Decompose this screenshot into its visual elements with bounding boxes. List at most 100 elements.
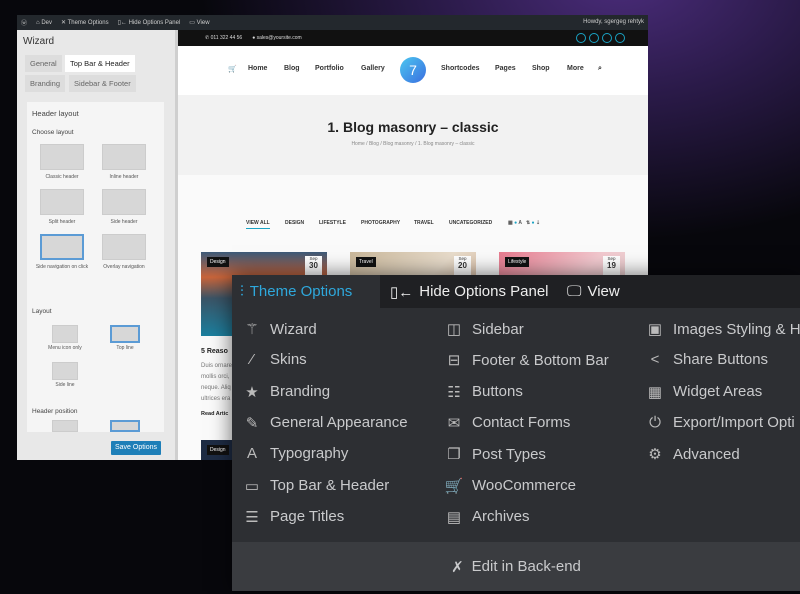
youtube-icon[interactable] (602, 33, 612, 43)
menu-item-label: Skins (270, 351, 307, 369)
menu-item-label: Archives (472, 508, 530, 526)
menu-item-export-import-opti[interactable]: ⏻ Export/Import Opti (645, 414, 795, 431)
position-option[interactable] (52, 420, 78, 432)
nav-shop[interactable]: Shop (532, 65, 550, 72)
layout-split-header[interactable] (40, 189, 84, 215)
position-option-selected[interactable] (110, 420, 140, 432)
menu-item-label: Branding (270, 383, 331, 401)
cart-icon[interactable]: 🛒 (228, 65, 237, 73)
layout-side-navigation[interactable] (40, 234, 84, 260)
sort-icons[interactable]: ▦ ● A ⇅ ● ⇣ (508, 220, 540, 226)
label: Hide Options Panel (128, 20, 181, 26)
admin-site-link[interactable]: ⌂ Dev (36, 20, 52, 26)
menu-item-page-titles[interactable]: ☰ Page Titles (242, 508, 344, 526)
filter-travel[interactable]: TRAVEL (414, 220, 434, 226)
archive-icon: ▤ (446, 508, 462, 526)
menu-item-typography[interactable]: A Typography (242, 445, 348, 462)
layout-classic-header[interactable] (40, 144, 84, 170)
tab-top-bar-header[interactable]: Top Bar & Header (65, 55, 135, 72)
nav-pages[interactable]: Pages (495, 65, 516, 72)
theme-options-tab[interactable]: ⫶ Theme Options (232, 275, 380, 308)
day: 20 (458, 261, 467, 270)
nav-more[interactable]: More (567, 65, 584, 72)
gears-icon: ⚙ (648, 446, 662, 464)
window-icon: ▭ (244, 477, 260, 495)
admin-theme-options[interactable]: ✕ Theme Options (61, 19, 109, 26)
save-options-button[interactable]: Save Options (111, 441, 161, 455)
menu-item-general-appearance[interactable]: ✎ General Appearance (242, 414, 408, 432)
nav-home[interactable]: Home (248, 65, 267, 72)
facebook-icon[interactable] (576, 33, 586, 43)
option-side-line[interactable] (52, 362, 78, 380)
menu-item-footer-bottom-bar[interactable]: ⊟ Footer & Bottom Bar (444, 351, 609, 370)
layout-overlay-navigation[interactable] (102, 234, 146, 260)
layout-label: Inline header (109, 174, 139, 180)
menu-item-contact-forms[interactable]: ✉ Contact Forms (444, 414, 571, 432)
admin-hide-panel[interactable]: ▯← Hide Options Panel (118, 19, 181, 26)
share-icon: < (650, 351, 660, 369)
day: 19 (607, 261, 616, 270)
widgets-icon: ▦ (647, 383, 663, 401)
menu-item-label: WooCommerce (472, 477, 576, 494)
menu-item-buttons[interactable]: ☷ Buttons (444, 383, 523, 401)
twitter-icon[interactable] (589, 33, 599, 43)
layout-label: Overlay navigation (103, 264, 145, 270)
filter-design[interactable]: DESIGN (285, 220, 304, 226)
howdy-user[interactable]: Howdy, sgergeg rehtyk (583, 19, 644, 25)
view-button[interactable]: 🖵 View (567, 275, 620, 308)
menu-item-wizard[interactable]: ⚚ Wizard (242, 320, 317, 339)
menu-item-sidebar[interactable]: ◫ Sidebar (444, 320, 524, 339)
tab-branding[interactable]: Branding (25, 75, 66, 92)
edit-backend-label: Edit in Back-end (471, 558, 581, 575)
layout-label: Classic header (45, 174, 79, 180)
menu-item-branding[interactable]: ★ Branding (242, 383, 330, 401)
menu-item-top-bar-header[interactable]: ▭ Top Bar & Header (242, 477, 389, 495)
read-more-link[interactable]: Read Artic (201, 409, 228, 420)
menu-item-label: Contact Forms (472, 414, 571, 432)
tools-icon: ✗ (451, 558, 464, 576)
menu-item-skins[interactable]: ⁄ Skins (242, 351, 307, 368)
menu-item-label: Wizard (270, 320, 317, 338)
menu-item-share-buttons[interactable]: < Share Buttons (645, 351, 768, 368)
site-logo[interactable]: 7 (400, 57, 426, 83)
header-position-heading: Header position (32, 408, 78, 415)
menu-item-post-types[interactable]: ❐ Post Types (444, 445, 546, 464)
edit-in-backend-button[interactable]: ✗ Edit in Back-end (232, 542, 800, 591)
theme-options-menu: ⫶ Theme Options ▯← Hide Options Panel 🖵 Vie… (232, 275, 800, 591)
hide-options-panel-button[interactable]: ▯← Hide Options Panel (390, 275, 549, 308)
view-label: View (587, 283, 620, 300)
layout-inline-header[interactable] (102, 144, 146, 170)
option-menu-icon-only[interactable] (52, 325, 78, 343)
nav-shortcodes[interactable]: Shortcodes (441, 65, 480, 72)
menu-item-widget-areas[interactable]: ▦ Widget Areas (645, 383, 762, 401)
menu-item-images-styling-h[interactable]: ▣ Images Styling & H (645, 320, 800, 339)
menu-item-label: Share Buttons (673, 351, 769, 369)
filter-uncategorized[interactable]: UNCATEGORIZED (449, 220, 492, 226)
layout-side-header[interactable] (102, 189, 146, 215)
filter-lifestyle[interactable]: LIFESTYLE (319, 220, 346, 226)
nav-blog[interactable]: Blog (284, 65, 300, 72)
filter-view-all[interactable]: VIEW ALL (246, 220, 270, 229)
panel-title: Wizard (23, 36, 55, 47)
pinterest-icon[interactable] (615, 33, 625, 43)
menu-item-label: Advanced (673, 445, 740, 463)
search-icon[interactable]: ⌕ (598, 65, 602, 73)
admin-view[interactable]: ▭ View (189, 19, 209, 26)
tab-sidebar-footer[interactable]: Sidebar & Footer (69, 75, 136, 92)
menu-item-woocommerce[interactable]: 🛒 WooCommerce (444, 477, 576, 495)
layout-label: Side navigation on click (35, 264, 89, 270)
post-title[interactable]: 5 Reaso (201, 346, 228, 357)
monitor-icon: 🖵 (567, 283, 582, 300)
tab-general[interactable]: General (25, 55, 62, 72)
option-top-line[interactable] (110, 325, 140, 343)
nav-gallery[interactable]: Gallery (361, 65, 385, 72)
pencil-ruler-icon: ✎ (245, 414, 259, 432)
menu-item-archives[interactable]: ▤ Archives (444, 508, 530, 526)
menu-item-advanced[interactable]: ⚙ Advanced (645, 445, 740, 464)
nav-portfolio[interactable]: Portfolio (315, 65, 344, 72)
menu-item-label: Top Bar & Header (270, 477, 390, 494)
filter-photography[interactable]: PHOTOGRAPHY (361, 220, 400, 226)
excerpt-line: neque. Aliq (201, 385, 231, 391)
layout-label: Split header (48, 219, 76, 225)
wordpress-icon[interactable]: ⓦ (21, 18, 27, 27)
